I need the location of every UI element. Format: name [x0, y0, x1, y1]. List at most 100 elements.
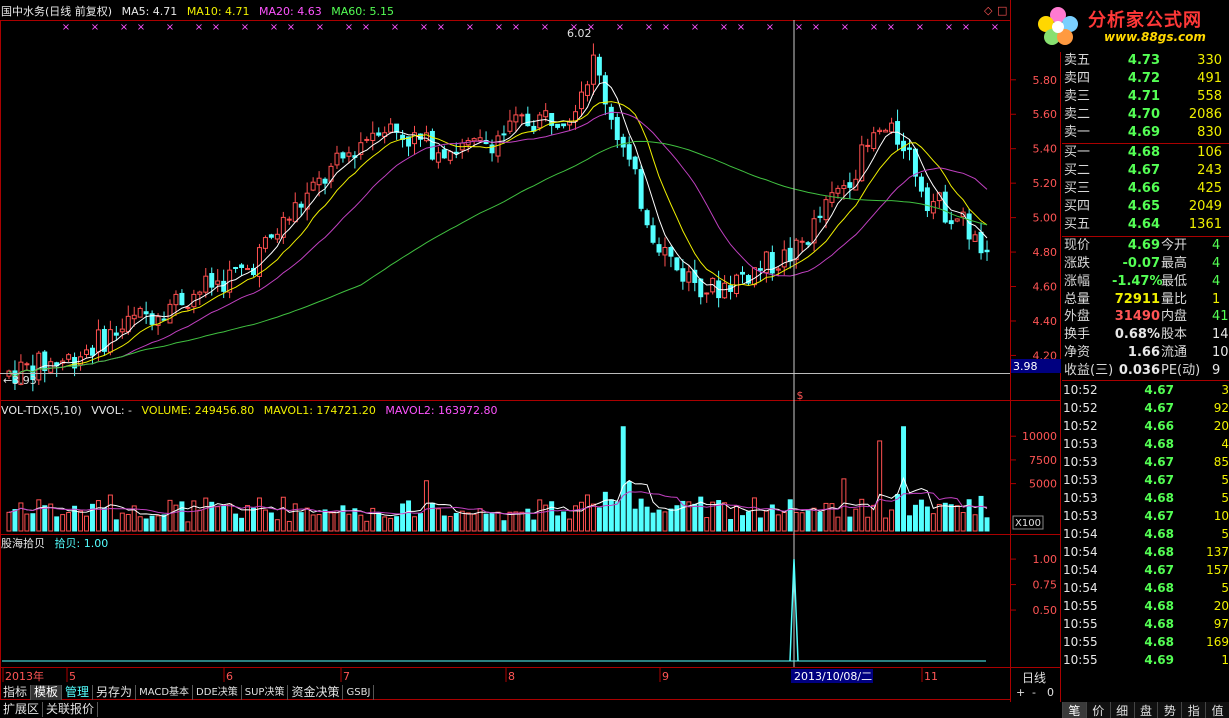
volume-bar — [423, 480, 429, 532]
candle-body — [179, 292, 185, 306]
bid-volume: 106 — [1197, 145, 1222, 161]
tick-price: 4.68 — [1144, 527, 1174, 542]
tick-row: 10:54 4.68 137 — [1062, 543, 1229, 561]
bid-label: 买五 — [1064, 217, 1091, 233]
volume-bar — [567, 518, 573, 532]
volume-bar — [626, 481, 632, 532]
candle-body — [525, 113, 531, 127]
quote-tab-1[interactable]: 价 — [1085, 702, 1110, 718]
volume-bar — [310, 514, 316, 532]
tab-1[interactable]: 模板 — [31, 685, 63, 700]
tab-7[interactable]: 资金决策 — [288, 685, 344, 700]
volume-bar — [256, 497, 262, 532]
signal-marker: × — [62, 22, 70, 33]
volume-bar — [197, 509, 203, 532]
tick-row: 10:54 4.68 5 — [1062, 579, 1229, 597]
candle-body — [841, 185, 847, 189]
quote-tab-4[interactable]: 势 — [1157, 702, 1181, 718]
tab-3[interactable]: 另存为 — [93, 685, 137, 700]
candle-body — [907, 147, 912, 150]
tab-8[interactable]: GSBJ — [343, 685, 375, 700]
candle-body — [48, 361, 54, 373]
quote-tab-5[interactable]: 指 — [1181, 702, 1205, 718]
cursor-date-label: 2013/10/08/二 — [794, 670, 872, 683]
volume-bar — [638, 498, 644, 532]
signal-marker: × — [570, 22, 578, 33]
bid-price: 4.65 — [1127, 199, 1160, 215]
volume-bar — [614, 501, 620, 532]
extension-tab-0[interactable]: 扩展区 — [0, 702, 44, 717]
candle-body — [233, 267, 239, 270]
indicator-legend: 股海拾贝 拾贝: 1.00 — [1, 536, 114, 552]
volume-bar — [155, 515, 161, 532]
volume-bar — [280, 496, 286, 532]
volume-bar — [948, 504, 954, 532]
candle-body — [173, 293, 179, 306]
stat-value-2: 41 — [1212, 309, 1229, 325]
tick-list[interactable]: 10:52 4.67 3 10:52 4.67 92 10:52 4.66 20 10:53 4.6… — [1062, 381, 1229, 669]
tick-volume: 5 — [1221, 491, 1229, 506]
quote-tab-3[interactable]: 盘 — [1133, 702, 1158, 718]
signal-marker: × — [287, 22, 295, 33]
candle-body — [221, 280, 227, 292]
quote-tab-6[interactable]: 值 — [1205, 702, 1229, 718]
candle-body — [322, 178, 328, 184]
tab-2[interactable]: 管理 — [62, 685, 94, 700]
tick-time: 10:53 — [1063, 437, 1098, 452]
stat-row: 涨幅 -1.47% 最低 4 — [1062, 273, 1229, 291]
candle-body — [656, 244, 662, 253]
volume-bar — [268, 512, 274, 532]
bid-label: 买三 — [1064, 181, 1091, 197]
stat-label: 收益(三) — [1064, 363, 1114, 379]
tick-row: 10:55 4.68 97 — [1062, 615, 1229, 633]
candle-body — [340, 152, 346, 159]
diamond-icon[interactable]: ◇ — [984, 4, 992, 17]
candle-body — [579, 91, 584, 110]
tab-0[interactable]: 指标 — [0, 685, 32, 700]
tick-time: 10:55 — [1063, 617, 1098, 632]
candle-body — [453, 151, 459, 154]
tick-volume: 92 — [1213, 401, 1229, 416]
tab-6[interactable]: SUP决策 — [242, 685, 289, 700]
signal-marker: × — [166, 22, 174, 33]
volume-bar — [6, 511, 12, 532]
quote-panel: 卖五 4.73 330 卖四 4.72 491 卖三 4.71 558 卖二 4.70 2086 卖一 4… — [1062, 52, 1229, 700]
quote-tab-0[interactable]: 笔 — [1062, 702, 1086, 718]
extension-tab-1[interactable]: 关联报价 — [43, 702, 99, 717]
candle-body — [877, 129, 883, 133]
candle-body — [66, 354, 72, 360]
bid-label: 买一 — [1064, 145, 1091, 161]
chart-canvas[interactable]: 5.805.605.405.205.004.804.604.404.201000… — [0, 0, 1062, 702]
tab-5[interactable]: DDE决策 — [193, 685, 242, 700]
volume-bar — [620, 426, 626, 532]
volume-bar — [334, 510, 340, 532]
square-icon[interactable]: □ — [997, 4, 1007, 17]
ask-price: 4.70 — [1127, 106, 1160, 122]
candle-body — [966, 213, 972, 240]
volume-bar — [912, 504, 918, 532]
bid-volume: 2049 — [1188, 199, 1222, 215]
volume-bar — [835, 516, 841, 532]
volume-bar — [602, 491, 608, 532]
ma5-value: MA5: 4.71 — [121, 5, 178, 18]
quote-tab-2[interactable]: 细 — [1109, 702, 1134, 718]
volume-bar — [936, 503, 942, 532]
ask-label: 卖一 — [1064, 124, 1091, 140]
ma10-value: MA10: 4.71 — [186, 5, 250, 18]
volume-bar — [322, 509, 328, 532]
volume-bar — [394, 516, 400, 532]
ma5-line — [8, 81, 988, 378]
bid-row: 买一 4.68 106 — [1062, 144, 1229, 162]
signal-marker: × — [466, 22, 474, 33]
candle-body — [608, 106, 614, 120]
y-tick-label: 5.80 — [1033, 74, 1058, 87]
tab-4[interactable]: MACD基本 — [136, 685, 194, 700]
candle-body — [143, 311, 149, 315]
signal-marker: × — [737, 22, 745, 33]
volume-bar — [12, 509, 18, 532]
candle-body — [722, 282, 728, 299]
candle-body — [435, 152, 441, 163]
y-tick-label: 0.75 — [1033, 579, 1058, 592]
volume-bar — [728, 519, 734, 532]
stat-value: 31490 — [1114, 309, 1160, 325]
